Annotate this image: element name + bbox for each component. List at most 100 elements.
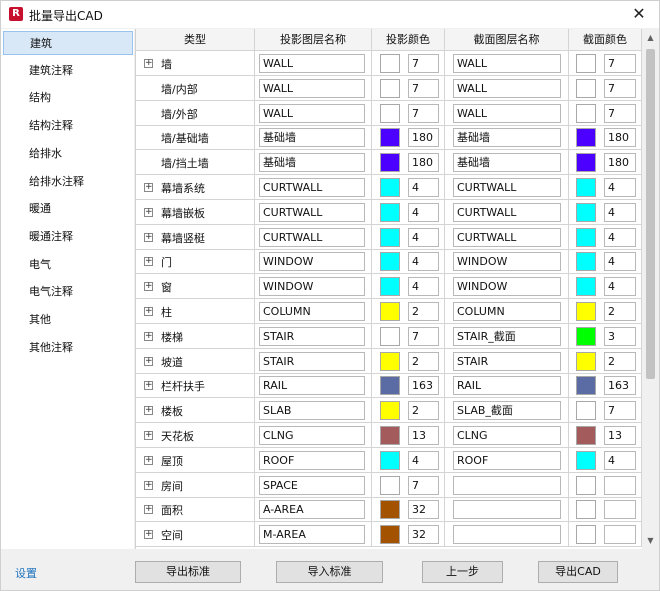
- cut-layer-input[interactable]: WALL: [453, 78, 561, 98]
- projection-color-swatch[interactable]: [380, 525, 400, 545]
- sidebar-item[interactable]: 建筑: [3, 31, 133, 55]
- cut-color-number[interactable]: 2: [604, 302, 636, 321]
- export-standard-button[interactable]: 导出标准: [135, 561, 241, 583]
- expand-icon[interactable]: +: [144, 505, 153, 515]
- cut-color-swatch[interactable]: [576, 376, 596, 396]
- projection-color-number[interactable]: 7: [408, 103, 439, 123]
- projection-color-swatch[interactable]: [380, 450, 400, 470]
- cut-layer-input[interactable]: WINDOW: [453, 277, 561, 297]
- expand-icon[interactable]: +: [144, 530, 153, 540]
- projection-color-number[interactable]: 7: [408, 78, 439, 98]
- cut-color-number[interactable]: [604, 500, 636, 520]
- projection-color-swatch[interactable]: [380, 351, 400, 371]
- sidebar-item[interactable]: 电气: [3, 253, 133, 277]
- projection-color-number[interactable]: 7: [408, 475, 439, 495]
- projection-color-swatch[interactable]: [380, 500, 400, 520]
- sidebar-item[interactable]: 暖通: [3, 197, 133, 221]
- projection-color-swatch[interactable]: [380, 277, 400, 297]
- expand-icon[interactable]: +: [144, 356, 153, 366]
- cut-layer-input[interactable]: CURTWALL: [453, 178, 561, 197]
- cut-color-swatch[interactable]: [576, 401, 596, 421]
- cut-color-swatch[interactable]: [576, 450, 596, 470]
- cut-layer-input[interactable]: CURTWALL: [453, 202, 561, 222]
- cut-layer-input[interactable]: ROOF: [453, 450, 561, 470]
- projection-color-swatch[interactable]: [380, 401, 400, 421]
- projection-color-swatch[interactable]: [380, 252, 400, 272]
- close-icon[interactable]: ✕: [629, 4, 649, 24]
- projection-color-swatch[interactable]: [380, 178, 400, 197]
- sidebar-item[interactable]: 给排水: [3, 142, 133, 166]
- expand-icon[interactable]: +: [144, 480, 153, 490]
- expand-icon[interactable]: +: [144, 282, 153, 292]
- cut-color-number[interactable]: 4: [604, 450, 636, 470]
- projection-layer-input[interactable]: CURTWALL: [259, 178, 365, 197]
- scroll-down-icon[interactable]: ▼: [642, 532, 659, 549]
- projection-layer-input[interactable]: STAIR: [259, 326, 365, 346]
- cut-layer-input[interactable]: CLNG: [453, 426, 561, 445]
- projection-color-swatch[interactable]: [380, 202, 400, 222]
- projection-layer-input[interactable]: WALL: [259, 78, 365, 98]
- cut-layer-input[interactable]: STAIR: [453, 351, 561, 371]
- cut-color-swatch[interactable]: [576, 78, 596, 98]
- cut-color-number[interactable]: [604, 525, 636, 545]
- projection-layer-input[interactable]: 基础墙: [259, 153, 365, 173]
- projection-layer-input[interactable]: A-AREA: [259, 500, 365, 520]
- cut-color-swatch[interactable]: [576, 500, 596, 520]
- projection-layer-input[interactable]: SLAB: [259, 401, 365, 421]
- expand-icon[interactable]: +: [144, 257, 153, 267]
- cut-color-number[interactable]: 163: [604, 376, 636, 396]
- projection-color-number[interactable]: 180: [408, 128, 439, 148]
- cut-layer-input[interactable]: COLUMN: [453, 302, 561, 321]
- export-cad-button[interactable]: 导出CAD: [538, 561, 618, 583]
- projection-color-number[interactable]: 13: [408, 426, 439, 445]
- cut-color-swatch[interactable]: [576, 103, 596, 123]
- projection-layer-input[interactable]: WINDOW: [259, 252, 365, 272]
- cut-layer-input[interactable]: [453, 500, 561, 520]
- projection-color-swatch[interactable]: [380, 54, 400, 73]
- projection-color-swatch[interactable]: [380, 128, 400, 148]
- cut-color-number[interactable]: 7: [604, 54, 636, 73]
- cut-color-number[interactable]: 7: [604, 401, 636, 421]
- expand-icon[interactable]: +: [144, 307, 153, 316]
- cut-color-number[interactable]: [604, 475, 636, 495]
- projection-layer-input[interactable]: STAIR: [259, 351, 365, 371]
- cut-layer-input[interactable]: 基础墙: [453, 153, 561, 173]
- cut-layer-input[interactable]: 基础墙: [453, 128, 561, 148]
- projection-layer-input[interactable]: WINDOW: [259, 277, 365, 297]
- cut-layer-input[interactable]: [453, 475, 561, 495]
- cut-color-swatch[interactable]: [576, 178, 596, 197]
- projection-color-number[interactable]: 7: [408, 54, 439, 73]
- cut-color-number[interactable]: 3: [604, 326, 636, 346]
- projection-layer-input[interactable]: SPACE: [259, 475, 365, 495]
- cut-color-swatch[interactable]: [576, 128, 596, 148]
- projection-color-swatch[interactable]: [380, 302, 400, 321]
- cut-color-number[interactable]: 13: [604, 426, 636, 445]
- cut-layer-input[interactable]: WALL: [453, 103, 561, 123]
- cut-color-swatch[interactable]: [576, 202, 596, 222]
- cut-color-number[interactable]: 4: [604, 178, 636, 197]
- cut-color-swatch[interactable]: [576, 525, 596, 545]
- cut-layer-input[interactable]: [453, 525, 561, 545]
- cut-color-swatch[interactable]: [576, 351, 596, 371]
- projection-color-swatch[interactable]: [380, 326, 400, 346]
- cut-color-number[interactable]: 4: [604, 202, 636, 222]
- cut-color-number[interactable]: 4: [604, 227, 636, 247]
- projection-layer-input[interactable]: ROOF: [259, 450, 365, 470]
- cut-color-swatch[interactable]: [576, 227, 596, 247]
- cut-color-number[interactable]: 180: [604, 153, 636, 173]
- projection-layer-input[interactable]: WALL: [259, 103, 365, 123]
- previous-step-button[interactable]: 上一步: [422, 561, 503, 583]
- cut-color-number[interactable]: 7: [604, 78, 636, 98]
- projection-color-number[interactable]: 4: [408, 227, 439, 247]
- projection-color-swatch[interactable]: [380, 103, 400, 123]
- sidebar-item[interactable]: 电气注释: [3, 280, 133, 304]
- projection-layer-input[interactable]: WALL: [259, 54, 365, 73]
- sidebar-item[interactable]: 其他: [3, 308, 133, 332]
- cut-color-number[interactable]: 7: [604, 103, 636, 123]
- table-scrollbar[interactable]: ▲ ▼: [642, 29, 659, 549]
- projection-color-number[interactable]: 4: [408, 252, 439, 272]
- cut-color-swatch[interactable]: [576, 302, 596, 321]
- cut-color-swatch[interactable]: [576, 252, 596, 272]
- projection-color-swatch[interactable]: [380, 227, 400, 247]
- expand-icon[interactable]: +: [144, 59, 153, 68]
